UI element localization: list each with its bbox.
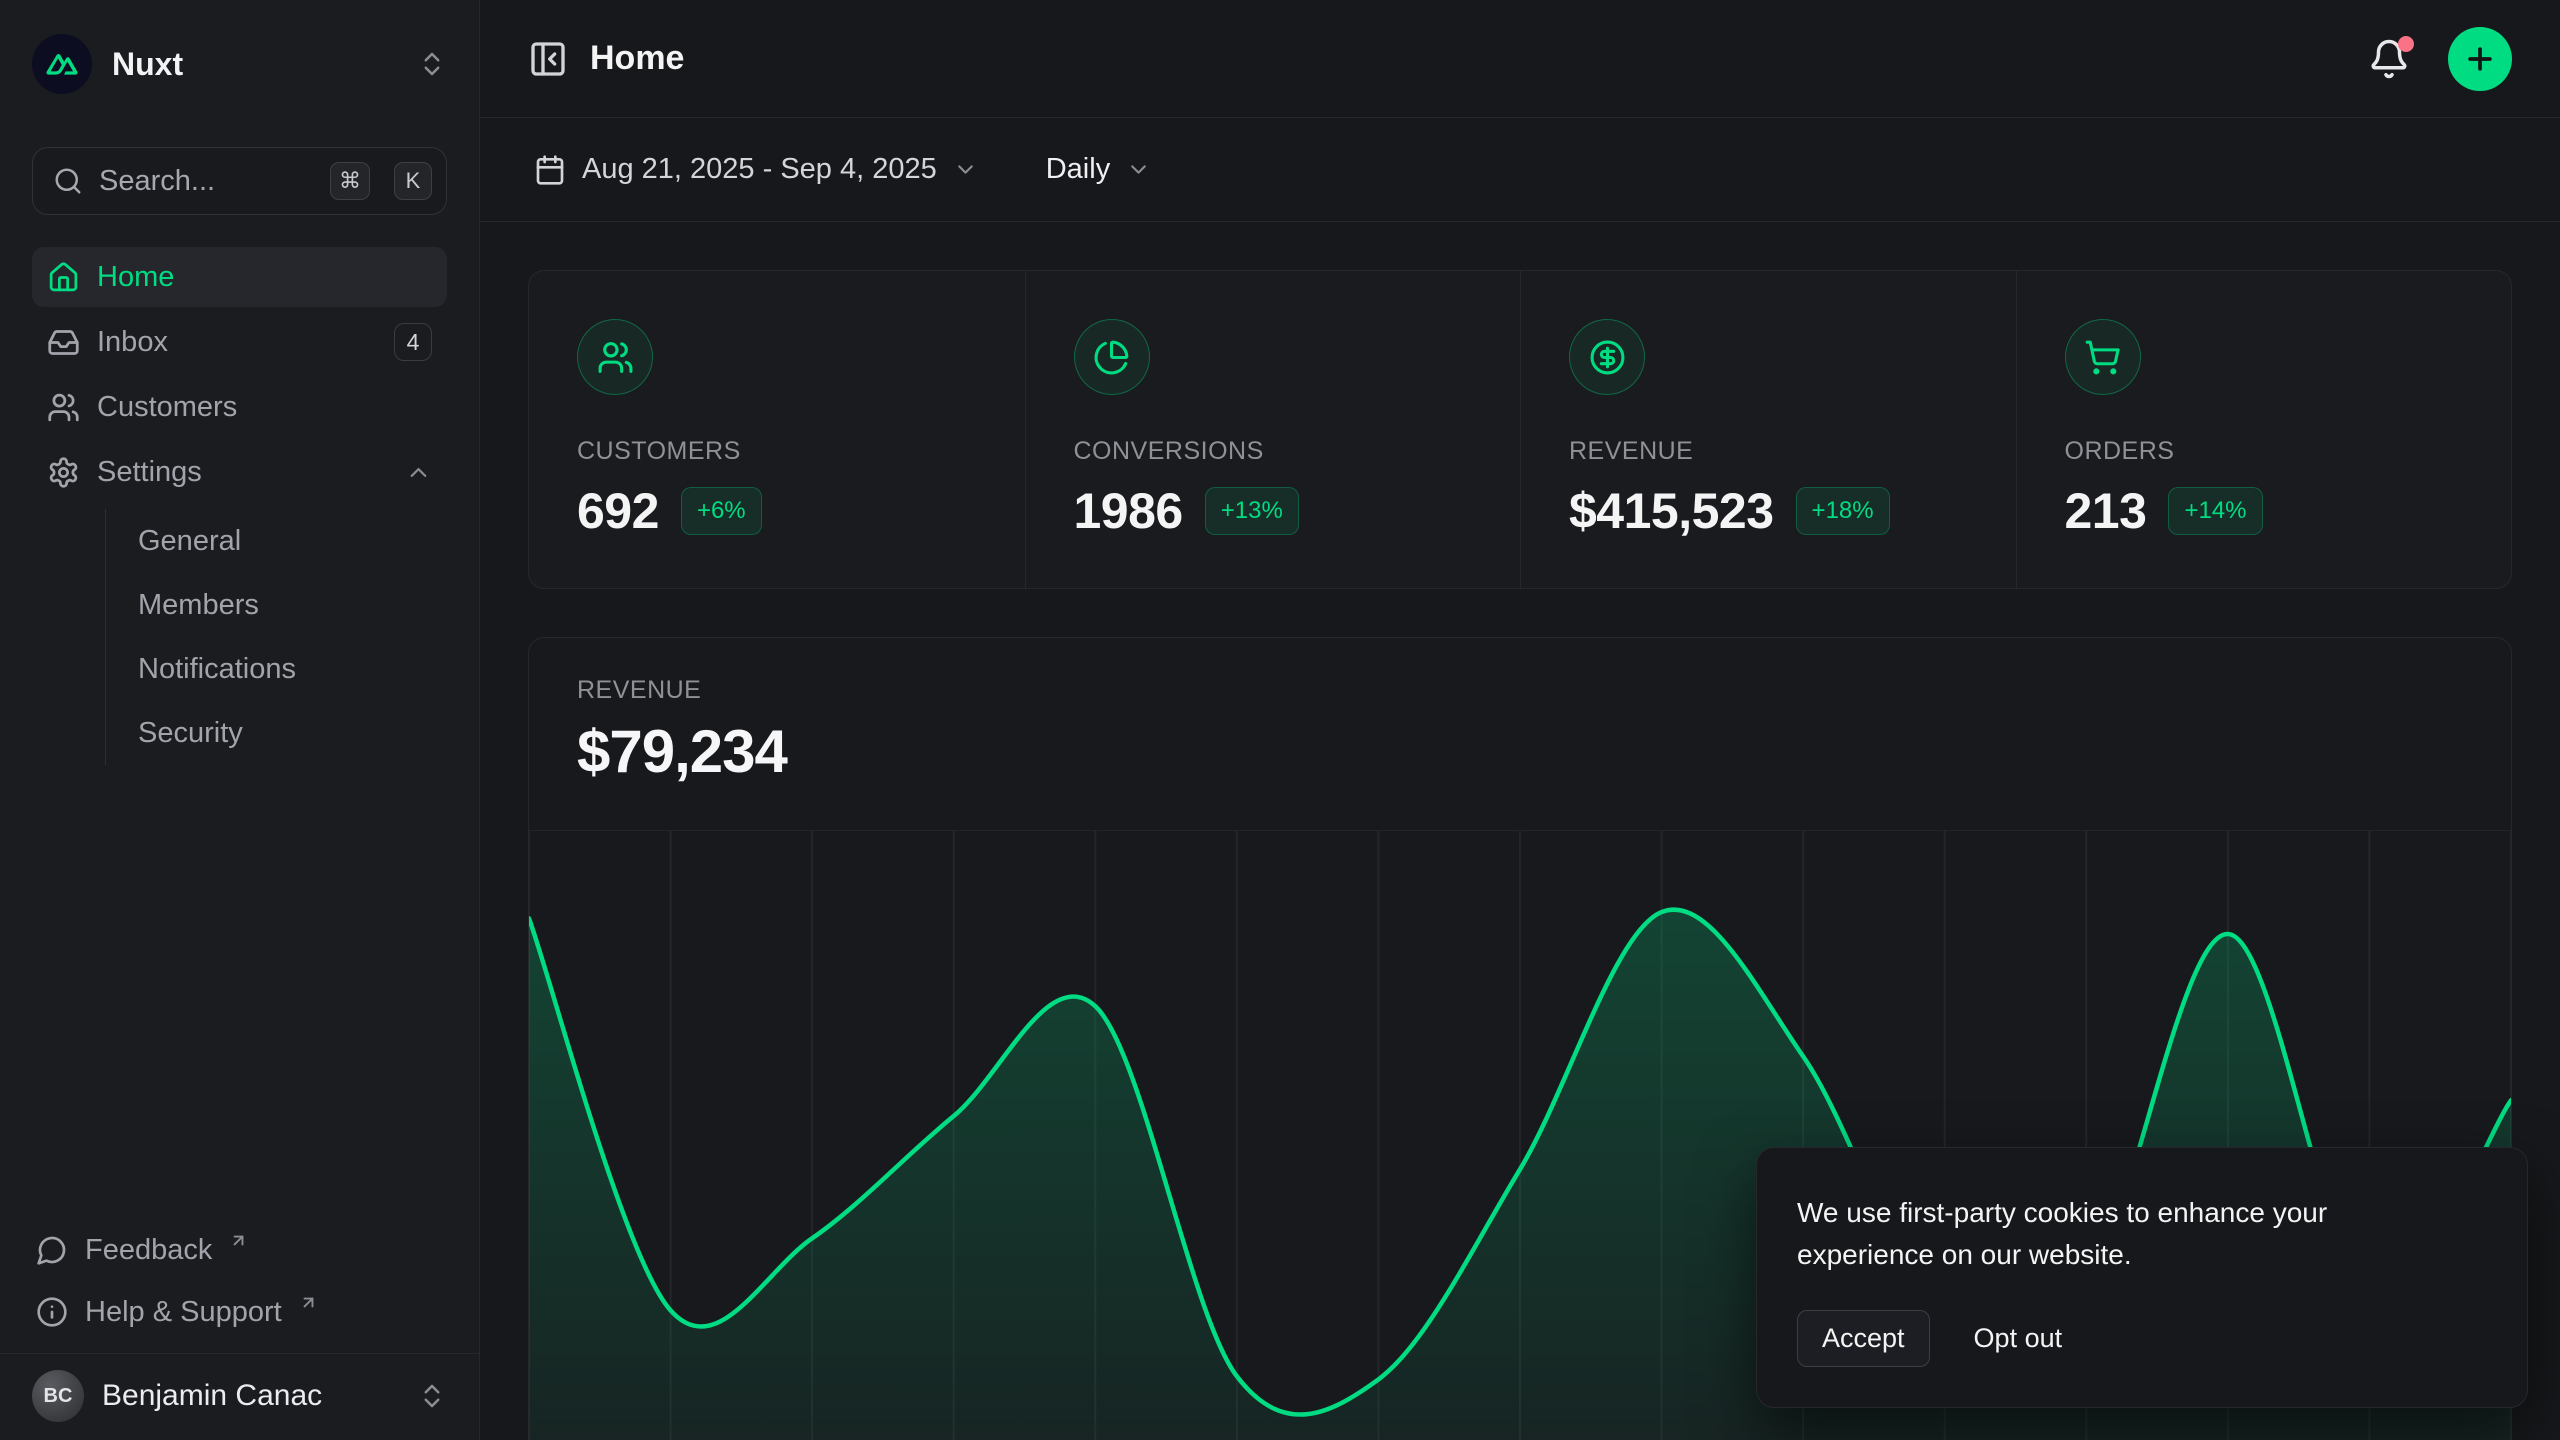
settings-subnav: General Members Notifications Security [105, 509, 447, 765]
stat-card-orders[interactable]: ORDERS 213 +14% [2016, 271, 2512, 588]
search-input[interactable] [99, 165, 314, 198]
sidebar-item-settings[interactable]: Settings [32, 442, 447, 502]
sidebar-item-customers[interactable]: Customers [32, 377, 447, 437]
delta-badge: +6% [681, 487, 762, 535]
notifications-button[interactable] [2368, 38, 2410, 80]
collapse-sidebar-button[interactable] [528, 39, 568, 79]
chevron-up-icon [405, 459, 432, 486]
stat-card-customers[interactable]: CUSTOMERS 692 +6% [529, 271, 1025, 588]
sidebar-item-label: Inbox [97, 326, 168, 359]
revenue-label: REVENUE [577, 676, 2463, 705]
feedback-link[interactable]: Feedback [32, 1219, 447, 1281]
stat-value: 1986 [1074, 482, 1183, 540]
stat-value: 213 [2065, 482, 2147, 540]
chevrons-up-down-icon [417, 1381, 447, 1411]
stat-label: CUSTOMERS [577, 437, 977, 466]
cookie-actions: Accept Opt out [1797, 1310, 2487, 1367]
inbox-icon [47, 326, 80, 359]
sidebar-item-label: Home [97, 261, 174, 294]
inbox-count-badge: 4 [394, 323, 432, 361]
plus-icon [2463, 42, 2497, 76]
delta-badge: +13% [1205, 487, 1299, 535]
users-icon [47, 391, 80, 424]
cookie-message: We use first-party cookies to enhance yo… [1797, 1192, 2377, 1276]
stat-label: REVENUE [1569, 437, 1968, 466]
workspace-name: Nuxt [112, 46, 183, 83]
stat-card-conversions[interactable]: CONVERSIONS 1986 +13% [1025, 271, 1521, 588]
sidebar-subitem-security[interactable]: Security [106, 701, 447, 765]
dollar-circle-icon [1569, 319, 1645, 395]
user-menu[interactable]: BC Benjamin Canac [32, 1370, 447, 1422]
external-link-icon [229, 1231, 248, 1250]
users-icon [577, 319, 653, 395]
search-input-wrap[interactable]: ⌘ K [32, 147, 447, 215]
sidebar-nav: Home Inbox 4 Customers Settings General … [0, 247, 479, 765]
date-range-label: Aug 21, 2025 - Sep 4, 2025 [582, 153, 937, 186]
panel-left-icon [528, 39, 568, 79]
calendar-icon [534, 154, 566, 186]
chevron-down-icon [953, 157, 978, 182]
nuxt-logo-icon [32, 34, 92, 94]
footer-link-label: Help & Support [85, 1296, 282, 1329]
sidebar-subitem-members[interactable]: Members [106, 573, 447, 637]
notification-dot [2398, 36, 2414, 52]
cookie-banner: We use first-party cookies to enhance yo… [1756, 1147, 2528, 1408]
subitem-label: Members [138, 589, 259, 622]
sidebar-subitem-notifications[interactable]: Notifications [106, 637, 447, 701]
revenue-total: $79,234 [577, 717, 2463, 786]
sidebar-item-label: Customers [97, 391, 237, 424]
subitem-label: Notifications [138, 653, 296, 686]
workspace-switcher[interactable]: Nuxt [0, 33, 479, 95]
stat-value: $415,523 [1569, 482, 1774, 540]
sidebar-item-home[interactable]: Home [32, 247, 447, 307]
optout-cookies-button[interactable]: Opt out [1970, 1311, 2067, 1366]
help-support-link[interactable]: Help & Support [32, 1281, 447, 1343]
granularity-select[interactable]: Daily [1040, 143, 1157, 196]
kbd-k: K [394, 162, 432, 200]
stat-card-revenue[interactable]: REVENUE $415,523 +18% [1520, 271, 2016, 588]
delta-badge: +18% [1796, 487, 1890, 535]
granularity-label: Daily [1046, 153, 1110, 186]
stat-label: ORDERS [2065, 437, 2464, 466]
subitem-label: Security [138, 717, 243, 750]
sidebar-user-section: BC Benjamin Canac [0, 1353, 479, 1440]
add-button[interactable] [2448, 27, 2512, 91]
footer-link-label: Feedback [85, 1234, 212, 1267]
header-actions [2368, 27, 2512, 91]
page-title: Home [590, 39, 684, 78]
stats-grid: CUSTOMERS 692 +6% CONVERSIONS 1986 +13% [528, 270, 2512, 589]
date-range-picker[interactable]: Aug 21, 2025 - Sep 4, 2025 [528, 143, 984, 196]
kbd-cmd: ⌘ [330, 162, 370, 200]
gear-icon [47, 456, 80, 489]
delta-badge: +14% [2168, 487, 2262, 535]
sidebar-item-label: Settings [97, 456, 202, 489]
subitem-label: General [138, 525, 241, 558]
filters-toolbar: Aug 21, 2025 - Sep 4, 2025 Daily [480, 118, 2560, 222]
shopping-cart-icon [2065, 319, 2141, 395]
sidebar-footer: Feedback Help & Support [0, 1211, 479, 1353]
accept-cookies-button[interactable]: Accept [1797, 1310, 1930, 1367]
chevrons-up-down-icon [417, 49, 447, 79]
sidebar-subitem-general[interactable]: General [106, 509, 447, 573]
message-circle-icon [36, 1234, 68, 1266]
revenue-chart-header: REVENUE $79,234 [529, 638, 2511, 786]
sidebar: Nuxt ⌘ K Home Inbox 4 Customers [0, 0, 480, 1440]
page-header: Home [480, 0, 2560, 118]
info-icon [36, 1296, 68, 1328]
house-icon [47, 261, 80, 294]
chevron-down-icon [1126, 157, 1151, 182]
user-name: Benjamin Canac [102, 1379, 322, 1413]
pie-chart-icon [1074, 319, 1150, 395]
stat-value: 692 [577, 482, 659, 540]
stat-label: CONVERSIONS [1074, 437, 1473, 466]
avatar: BC [32, 1370, 84, 1422]
external-link-icon [299, 1293, 318, 1312]
sidebar-item-inbox[interactable]: Inbox 4 [32, 312, 447, 372]
search-icon [53, 166, 83, 196]
